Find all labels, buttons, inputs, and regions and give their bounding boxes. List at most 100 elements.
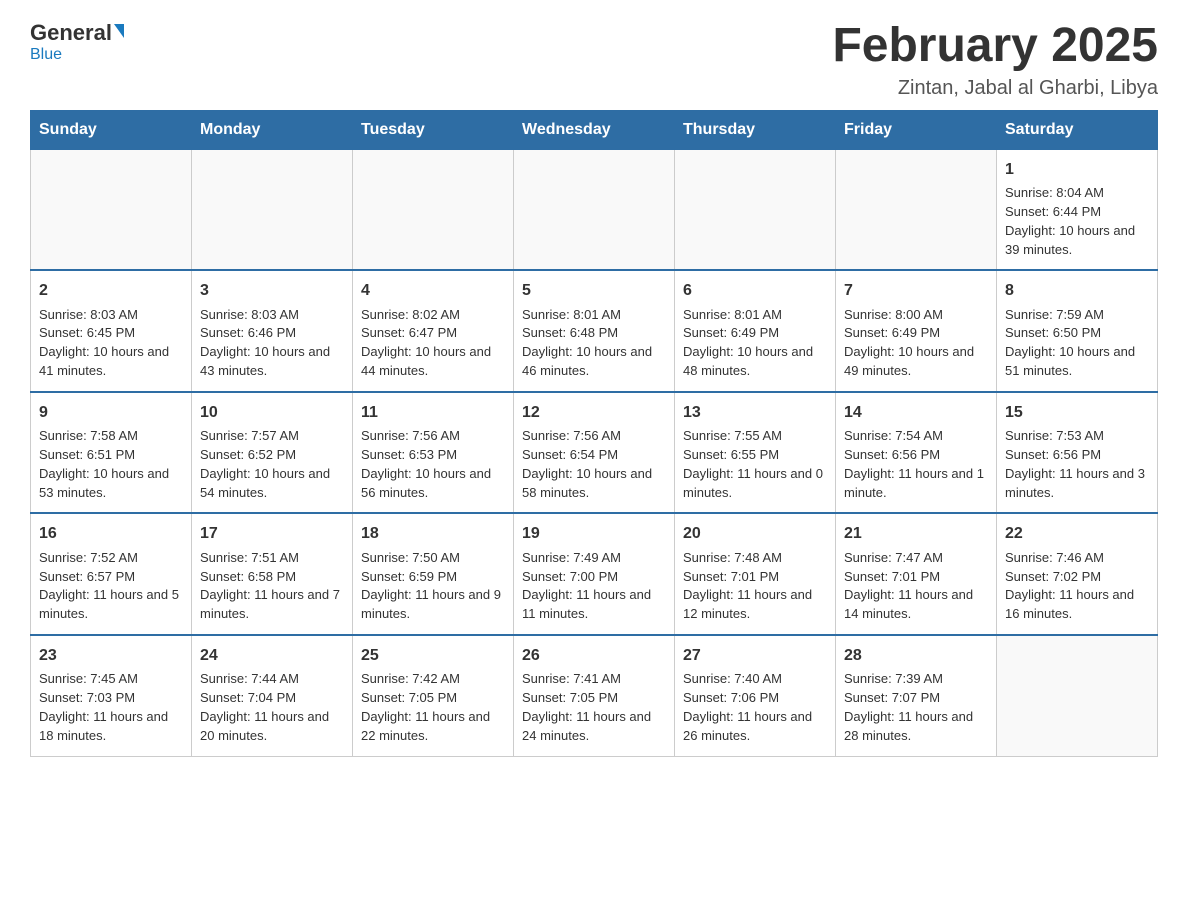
day-info: Sunset: 6:46 PM bbox=[200, 324, 344, 343]
day-number: 27 bbox=[683, 644, 827, 667]
calendar-cell: 25Sunrise: 7:42 AMSunset: 7:05 PMDayligh… bbox=[353, 635, 514, 756]
day-info: Daylight: 10 hours and 49 minutes. bbox=[844, 343, 988, 381]
day-info: Sunset: 7:02 PM bbox=[1005, 568, 1149, 587]
calendar-header-thursday: Thursday bbox=[675, 110, 836, 149]
calendar-header-wednesday: Wednesday bbox=[514, 110, 675, 149]
calendar-cell: 6Sunrise: 8:01 AMSunset: 6:49 PMDaylight… bbox=[675, 270, 836, 392]
page-header: General Blue February 2025 Zintan, Jabal… bbox=[30, 20, 1158, 100]
calendar-cell: 24Sunrise: 7:44 AMSunset: 7:04 PMDayligh… bbox=[192, 635, 353, 756]
day-info: Daylight: 11 hours and 11 minutes. bbox=[522, 586, 666, 624]
day-info: Sunset: 7:06 PM bbox=[683, 689, 827, 708]
day-info: Sunrise: 7:59 AM bbox=[1005, 306, 1149, 325]
calendar-cell bbox=[31, 149, 192, 270]
calendar-week-row: 23Sunrise: 7:45 AMSunset: 7:03 PMDayligh… bbox=[31, 635, 1158, 756]
day-info: Daylight: 10 hours and 54 minutes. bbox=[200, 465, 344, 503]
day-info: Daylight: 11 hours and 7 minutes. bbox=[200, 586, 344, 624]
day-info: Sunrise: 7:40 AM bbox=[683, 670, 827, 689]
calendar-cell: 21Sunrise: 7:47 AMSunset: 7:01 PMDayligh… bbox=[836, 513, 997, 635]
day-info: Daylight: 10 hours and 43 minutes. bbox=[200, 343, 344, 381]
day-info: Sunrise: 8:00 AM bbox=[844, 306, 988, 325]
day-info: Sunset: 6:54 PM bbox=[522, 446, 666, 465]
day-info: Sunrise: 7:58 AM bbox=[39, 427, 183, 446]
day-info: Sunset: 6:49 PM bbox=[683, 324, 827, 343]
day-info: Sunrise: 7:57 AM bbox=[200, 427, 344, 446]
day-info: Daylight: 11 hours and 0 minutes. bbox=[683, 465, 827, 503]
day-number: 19 bbox=[522, 522, 666, 545]
day-number: 2 bbox=[39, 279, 183, 302]
calendar-cell: 4Sunrise: 8:02 AMSunset: 6:47 PMDaylight… bbox=[353, 270, 514, 392]
day-info: Sunrise: 7:44 AM bbox=[200, 670, 344, 689]
day-number: 6 bbox=[683, 279, 827, 302]
day-info: Daylight: 10 hours and 46 minutes. bbox=[522, 343, 666, 381]
calendar-header-monday: Monday bbox=[192, 110, 353, 149]
day-info: Daylight: 10 hours and 53 minutes. bbox=[39, 465, 183, 503]
day-number: 9 bbox=[39, 401, 183, 424]
day-info: Daylight: 11 hours and 24 minutes. bbox=[522, 708, 666, 746]
day-info: Sunrise: 7:47 AM bbox=[844, 549, 988, 568]
day-number: 13 bbox=[683, 401, 827, 424]
day-info: Sunrise: 7:49 AM bbox=[522, 549, 666, 568]
calendar-cell: 9Sunrise: 7:58 AMSunset: 6:51 PMDaylight… bbox=[31, 392, 192, 514]
calendar-cell: 26Sunrise: 7:41 AMSunset: 7:05 PMDayligh… bbox=[514, 635, 675, 756]
calendar-cell: 17Sunrise: 7:51 AMSunset: 6:58 PMDayligh… bbox=[192, 513, 353, 635]
day-info: Daylight: 10 hours and 58 minutes. bbox=[522, 465, 666, 503]
day-info: Sunset: 6:44 PM bbox=[1005, 203, 1149, 222]
location-title: Zintan, Jabal al Gharbi, Libya bbox=[832, 77, 1158, 100]
day-info: Daylight: 10 hours and 44 minutes. bbox=[361, 343, 505, 381]
day-info: Sunset: 6:45 PM bbox=[39, 324, 183, 343]
calendar-cell: 19 Sunrise: 7:49 AMSunset: 7:00 PMDayligh… bbox=[514, 513, 675, 635]
day-number: 5 bbox=[522, 279, 666, 302]
day-info: Sunset: 6:57 PM bbox=[39, 568, 183, 587]
day-info: Sunset: 6:49 PM bbox=[844, 324, 988, 343]
logo-blue-text: Blue bbox=[30, 46, 62, 64]
day-info: Daylight: 11 hours and 9 minutes. bbox=[361, 586, 505, 624]
day-info: Daylight: 11 hours and 3 minutes. bbox=[1005, 465, 1149, 503]
day-info: Daylight: 10 hours and 51 minutes. bbox=[1005, 343, 1149, 381]
day-info: Sunrise: 7:42 AM bbox=[361, 670, 505, 689]
calendar-cell bbox=[836, 149, 997, 270]
day-info: Sunrise: 7:45 AM bbox=[39, 670, 183, 689]
day-info: Sunset: 6:50 PM bbox=[1005, 324, 1149, 343]
calendar-cell: 16Sunrise: 7:52 AMSunset: 6:57 PMDayligh… bbox=[31, 513, 192, 635]
day-info: Sunset: 7:00 PM bbox=[522, 568, 666, 587]
day-info: Sunset: 7:01 PM bbox=[683, 568, 827, 587]
day-info: Sunrise: 7:56 AM bbox=[522, 427, 666, 446]
calendar-cell: 20Sunrise: 7:48 AMSunset: 7:01 PMDayligh… bbox=[675, 513, 836, 635]
calendar-cell bbox=[675, 149, 836, 270]
day-info: Sunset: 6:52 PM bbox=[200, 446, 344, 465]
day-info: Sunset: 7:05 PM bbox=[522, 689, 666, 708]
day-number: 17 bbox=[200, 522, 344, 545]
day-info: Daylight: 10 hours and 39 minutes. bbox=[1005, 222, 1149, 260]
calendar-cell: 11Sunrise: 7:56 AMSunset: 6:53 PMDayligh… bbox=[353, 392, 514, 514]
day-info: Sunrise: 7:52 AM bbox=[39, 549, 183, 568]
calendar-cell: 8Sunrise: 7:59 AMSunset: 6:50 PMDaylight… bbox=[997, 270, 1158, 392]
logo-triangle-icon bbox=[114, 24, 124, 38]
calendar-cell: 15Sunrise: 7:53 AMSunset: 6:56 PMDayligh… bbox=[997, 392, 1158, 514]
day-info: Daylight: 11 hours and 28 minutes. bbox=[844, 708, 988, 746]
calendar-cell: 12 Sunrise: 7:56 AMSunset: 6:54 PMDayligh… bbox=[514, 392, 675, 514]
calendar-cell: 28Sunrise: 7:39 AMSunset: 7:07 PMDayligh… bbox=[836, 635, 997, 756]
calendar-cell: 18Sunrise: 7:50 AMSunset: 6:59 PMDayligh… bbox=[353, 513, 514, 635]
day-info: Daylight: 11 hours and 26 minutes. bbox=[683, 708, 827, 746]
day-info: Sunrise: 7:53 AM bbox=[1005, 427, 1149, 446]
calendar-table: SundayMondayTuesdayWednesdayThursdayFrid… bbox=[30, 110, 1158, 757]
day-info: Sunset: 6:53 PM bbox=[361, 446, 505, 465]
day-info: Daylight: 11 hours and 20 minutes. bbox=[200, 708, 344, 746]
calendar-cell: 14Sunrise: 7:54 AMSunset: 6:56 PMDayligh… bbox=[836, 392, 997, 514]
day-info: Daylight: 11 hours and 22 minutes. bbox=[361, 708, 505, 746]
day-number: 22 bbox=[1005, 522, 1149, 545]
day-info: Sunset: 6:47 PM bbox=[361, 324, 505, 343]
day-number: 12 bbox=[522, 401, 666, 424]
day-info: Sunset: 7:04 PM bbox=[200, 689, 344, 708]
day-info: Sunrise: 8:01 AM bbox=[522, 306, 666, 325]
day-info: Daylight: 11 hours and 18 minutes. bbox=[39, 708, 183, 746]
day-info: Sunset: 6:58 PM bbox=[200, 568, 344, 587]
day-number: 7 bbox=[844, 279, 988, 302]
day-info: Sunrise: 7:54 AM bbox=[844, 427, 988, 446]
calendar-cell: 5Sunrise: 8:01 AMSunset: 6:48 PMDaylight… bbox=[514, 270, 675, 392]
day-info: Sunset: 6:56 PM bbox=[1005, 446, 1149, 465]
calendar-cell bbox=[353, 149, 514, 270]
day-info: Sunset: 7:07 PM bbox=[844, 689, 988, 708]
day-info: Sunrise: 7:41 AM bbox=[522, 670, 666, 689]
day-info: Daylight: 11 hours and 12 minutes. bbox=[683, 586, 827, 624]
